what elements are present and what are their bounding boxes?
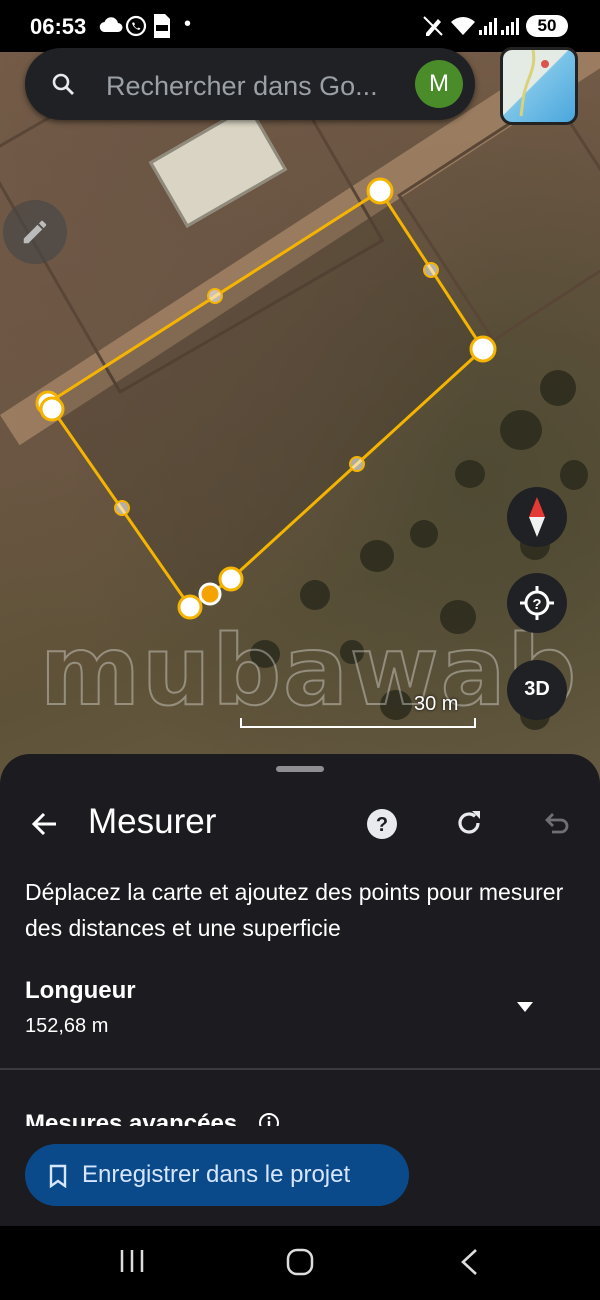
divider [0,1068,600,1070]
save-area: Enregistrer dans le projet [0,1126,600,1226]
status-bar: 06:53 • 50 [0,0,600,52]
home-icon[interactable] [286,1248,314,1276]
midpoint-handle[interactable] [114,500,130,516]
chevron-down-icon[interactable] [516,1001,534,1013]
save-button-label: Enregistrer dans le projet [82,1161,351,1188]
location-help-icon: ? [520,586,554,620]
recent-apps-icon[interactable] [118,1248,146,1274]
search-input[interactable]: Rechercher dans Go... [106,71,378,102]
svg-text:?: ? [532,596,541,613]
layers-button[interactable] [500,47,578,125]
refresh-icon[interactable] [454,808,484,838]
watermark: mubawab [39,614,579,728]
search-icon [52,73,74,95]
vertex-point[interactable] [39,396,65,422]
map-thumbnail-icon [519,50,549,116]
wifi-icon [451,17,475,35]
vertex-point[interactable] [218,566,244,592]
instructions-text: Déplacez la carte et ajoutez des points … [25,879,564,941]
silent-mode-icon [423,16,443,36]
search-bar[interactable]: Rechercher dans Go... M [25,48,475,120]
whatsapp-icon [125,15,147,37]
length-value: 152,68 m [25,1015,109,1037]
svg-text:?: ? [376,814,388,836]
help-icon[interactable]: ? [366,808,398,840]
avatar-letter: M [429,70,449,97]
undo-icon[interactable] [542,810,570,836]
signal-icon [479,18,497,35]
edit-button[interactable] [3,200,67,264]
avatar[interactable]: M [415,60,463,108]
3d-label: 3D [524,678,550,700]
my-location-button[interactable]: ? [507,573,567,633]
nav-back-icon[interactable] [458,1248,480,1276]
midpoint-handle[interactable] [207,288,223,304]
compass-icon [529,497,545,537]
vertex-point[interactable] [469,335,497,363]
save-to-project-button[interactable]: Enregistrer dans le projet [25,1144,409,1206]
back-arrow-icon[interactable] [30,810,58,838]
length-label: Longueur [25,977,136,1004]
drag-handle[interactable] [276,766,324,772]
notification-dot: • [184,13,192,35]
battery-level: 50 [537,16,557,35]
midpoint-handle[interactable] [349,456,365,472]
current-point[interactable] [198,582,222,606]
status-time: 06:53 [30,14,87,39]
pencil-icon [23,220,47,244]
sheet-title: Mesurer [88,802,217,841]
3d-button[interactable]: 3D [507,660,567,720]
pdf-icon [154,14,170,38]
battery-indicator: 50 [526,15,568,37]
compass-button[interactable] [507,487,567,547]
midpoint-handle[interactable] [423,262,439,278]
vertex-point[interactable] [366,177,394,205]
signal-icon-2 [501,18,519,35]
bookmark-icon [49,1164,67,1188]
cloud-icon [99,17,123,33]
scale-label: 30 m [414,693,459,715]
scale-bar [240,718,476,728]
system-nav-bar [0,1226,600,1300]
